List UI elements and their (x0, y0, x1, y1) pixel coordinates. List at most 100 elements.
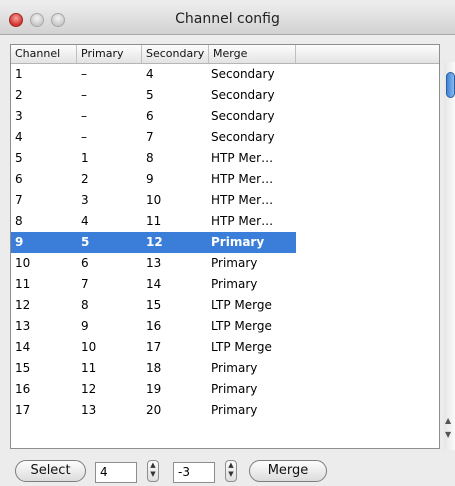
merge-button[interactable]: Merge (249, 460, 327, 482)
cell-secondary: 14 (146, 277, 162, 291)
cell-channel: 10 (15, 256, 31, 270)
cell-primary: 11 (81, 361, 97, 375)
scrollbar-thumb[interactable] (446, 72, 455, 98)
table-row[interactable]: 6 2 9 HTP Mer… (11, 169, 439, 190)
table-row[interactable]: 5 1 8 HTP Mer… (11, 148, 439, 169)
cell-primary: 12 (81, 382, 97, 396)
cell-channel: 13 (15, 319, 31, 333)
cell-secondary: 18 (146, 361, 162, 375)
cell-merge: Primary (211, 361, 258, 375)
cell-secondary: 10 (146, 193, 162, 207)
cell-merge: Primary (211, 235, 265, 249)
cell-primary: 5 (81, 235, 90, 249)
cell-channel: 16 (15, 382, 31, 396)
cell-merge: Secondary (211, 130, 275, 144)
cell-merge: Primary (211, 277, 258, 291)
cell-channel: 12 (15, 298, 31, 312)
cell-secondary: 12 (146, 235, 163, 249)
table-row[interactable]: 10 6 13 Primary (11, 253, 439, 274)
cell-channel: 3 (15, 109, 23, 123)
cell-merge: HTP Mer… (211, 214, 274, 228)
field-1-stepper[interactable]: ▲ ▼ (147, 460, 159, 482)
cell-channel: 5 (15, 151, 23, 165)
cell-channel: 8 (15, 214, 23, 228)
table-row[interactable]: 17 13 20 Primary (11, 400, 439, 421)
cell-channel: 17 (15, 403, 31, 417)
cell-primary: 4 (81, 214, 89, 228)
table-row[interactable]: 7 3 10 HTP Mer… (11, 190, 439, 211)
table-row[interactable]: 4 – 7 Secondary (11, 127, 439, 148)
cell-secondary: 11 (146, 214, 162, 228)
column-header-primary[interactable]: Primary (77, 45, 142, 63)
table-row[interactable]: 13 9 16 LTP Merge (11, 316, 439, 337)
cell-primary: – (81, 109, 87, 123)
table-row[interactable]: 12 8 15 LTP Merge (11, 295, 439, 316)
channel-config-window: Channel config Channel Primary Secondary… (0, 0, 455, 486)
title-bar: Channel config (0, 5, 455, 35)
cell-primary: – (81, 67, 87, 81)
cell-channel: 9 (15, 235, 24, 249)
cell-channel: 7 (15, 193, 23, 207)
vertical-scrollbar[interactable]: ▲ ▼ (444, 62, 455, 450)
column-header-secondary[interactable]: Secondary (142, 45, 209, 63)
table-row[interactable]: 15 11 18 Primary (11, 358, 439, 379)
cell-secondary: 13 (146, 256, 162, 270)
cell-secondary: 6 (146, 109, 154, 123)
cell-primary: – (81, 88, 87, 102)
cell-secondary: 7 (146, 130, 154, 144)
cell-channel: 6 (15, 172, 23, 186)
cell-secondary: 15 (146, 298, 162, 312)
table-row[interactable]: 11 7 14 Primary (11, 274, 439, 295)
table-row[interactable]: 14 10 17 LTP Merge (11, 337, 439, 358)
cell-primary: 7 (81, 277, 89, 291)
cell-secondary: 9 (146, 172, 154, 186)
table-row[interactable]: 1 – 4 Secondary (11, 64, 439, 85)
cell-primary: 13 (81, 403, 97, 417)
table-row[interactable]: 9 5 12 Primary (11, 232, 439, 253)
cell-primary: 1 (81, 151, 89, 165)
column-header-channel[interactable]: Channel (11, 45, 77, 63)
cell-secondary: 8 (146, 151, 154, 165)
table-row[interactable]: 16 12 19 Primary (11, 379, 439, 400)
cell-primary: 9 (81, 319, 89, 333)
cell-merge: Primary (211, 403, 258, 417)
cell-merge: Primary (211, 256, 258, 270)
cell-merge: HTP Mer… (211, 193, 274, 207)
cell-channel: 14 (15, 340, 31, 354)
cell-merge: LTP Merge (211, 340, 272, 354)
cell-secondary: 19 (146, 382, 162, 396)
cell-channel: 2 (15, 88, 23, 102)
channel-table: Channel Primary Secondary Merge 1 – 4 Secon… (10, 44, 440, 449)
field-2-stepper[interactable]: ▲ ▼ (225, 460, 237, 482)
window-title: Channel config (175, 11, 280, 27)
cell-primary: – (81, 130, 87, 144)
cell-merge: Secondary (211, 109, 275, 123)
scroll-up-arrow-icon[interactable]: ▲ (445, 416, 451, 425)
field-2-input[interactable]: -3 (173, 462, 215, 483)
cell-channel: 11 (15, 277, 31, 291)
table-row[interactable]: 8 4 11 HTP Mer… (11, 211, 439, 232)
cell-channel: 15 (15, 361, 31, 375)
select-button[interactable]: Select (15, 460, 86, 482)
table-row[interactable]: 3 – 6 Secondary (11, 106, 439, 127)
cell-merge: Secondary (211, 67, 275, 81)
cell-merge: LTP Merge (211, 298, 272, 312)
cell-primary: 2 (81, 172, 89, 186)
cell-channel: 4 (15, 130, 23, 144)
scroll-down-arrow-icon[interactable]: ▼ (445, 430, 451, 439)
cell-merge: Secondary (211, 88, 275, 102)
cell-secondary: 20 (146, 403, 162, 417)
table-row[interactable]: 2 – 5 Secondary (11, 85, 439, 106)
cell-merge: Primary (211, 382, 258, 396)
cell-secondary: 4 (146, 67, 154, 81)
cell-primary: 6 (81, 256, 89, 270)
cell-primary: 8 (81, 298, 89, 312)
cell-primary: 3 (81, 193, 89, 207)
cell-secondary: 17 (146, 340, 162, 354)
column-header-merge[interactable]: Merge (209, 45, 296, 63)
cell-channel: 1 (15, 67, 23, 81)
table-body: 1 – 4 Secondary 2 – 5 Secondary 3 – 6 Secondary 4 – 7 S… (11, 64, 439, 421)
cell-secondary: 5 (146, 88, 154, 102)
field-1-input[interactable]: 4 (95, 462, 137, 483)
cell-primary: 10 (81, 340, 97, 354)
